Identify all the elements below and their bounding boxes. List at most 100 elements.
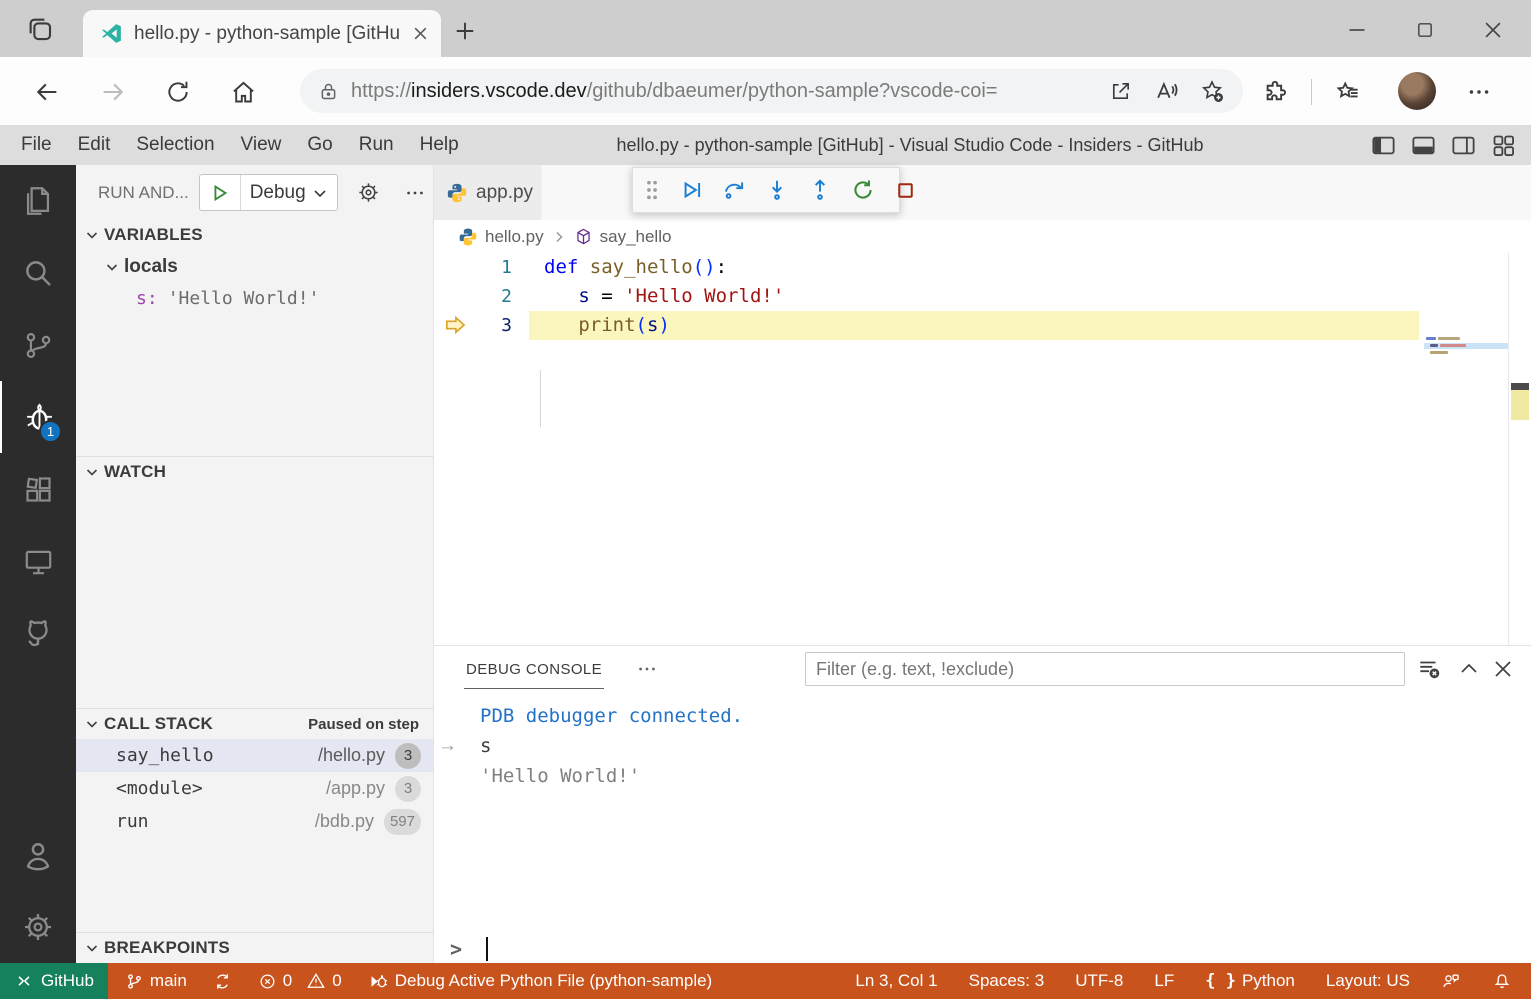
variables-header[interactable]: VARIABLES: [76, 220, 433, 250]
read-aloud-icon[interactable]: [1149, 74, 1183, 108]
avatar[interactable]: [1398, 72, 1436, 110]
code-line: 3 print(s): [434, 311, 1531, 340]
cursor-position[interactable]: Ln 3, Col 1: [852, 963, 940, 999]
debug-restart-button[interactable]: [850, 177, 876, 203]
workspaces-icon[interactable]: [20, 11, 60, 47]
url-text: https://insiders.vscode.dev/github/dbaeu…: [351, 79, 998, 102]
debug-status[interactable]: Debug Active Python File (python-sample): [365, 963, 716, 999]
console-filter-input[interactable]: [805, 652, 1405, 686]
stack-frame[interactable]: run/bdb.py 597: [76, 805, 433, 838]
line-badge: 3: [395, 775, 421, 802]
debug-alt-icon: [371, 974, 387, 987]
problems-indicator[interactable]: 0 0: [255, 963, 345, 999]
debug-stop-button[interactable]: [893, 177, 918, 203]
panel-more-actions-icon[interactable]: [636, 658, 658, 680]
debug-step-over-button[interactable]: [721, 177, 747, 203]
maximize-panel-icon[interactable]: [1454, 654, 1484, 684]
menu-edit[interactable]: Edit: [65, 125, 124, 165]
breakpoints-section: BREAKPOINTS: [76, 932, 433, 963]
menu-selection[interactable]: Selection: [123, 125, 227, 165]
debug-step-into-button[interactable]: [764, 177, 790, 203]
reload-button[interactable]: [163, 77, 193, 107]
url-bar[interactable]: https://insiders.vscode.dev/github/dbaeu…: [300, 69, 1243, 113]
sync-changes-button[interactable]: [210, 963, 235, 999]
keyboard-layout[interactable]: Layout: US: [1323, 963, 1413, 999]
console-line-input: → s: [438, 731, 1531, 761]
add-favorite-icon[interactable]: [1195, 74, 1229, 108]
menu-run[interactable]: Run: [346, 125, 407, 165]
customize-layout-icon[interactable]: [1487, 129, 1519, 161]
watch-section: WATCH: [76, 456, 433, 708]
activity-explorer[interactable]: [0, 165, 76, 237]
console-input-row[interactable]: >: [434, 934, 1531, 963]
activity-account[interactable]: [0, 819, 76, 891]
toggle-secondary-sidebar-icon[interactable]: [1447, 129, 1479, 161]
stack-frame[interactable]: <module>/app.py 3: [76, 772, 433, 805]
debug-continue-button[interactable]: [678, 177, 704, 203]
watch-header[interactable]: WATCH: [76, 457, 433, 487]
console-line-info: PDB debugger connected.: [480, 705, 744, 727]
toolbar-drag-grip[interactable]: [643, 177, 661, 203]
breadcrumb-symbol[interactable]: say_hello: [600, 227, 672, 247]
activity-search[interactable]: [0, 237, 76, 309]
close-panel-icon[interactable]: [1488, 654, 1518, 684]
browser-menu-icon[interactable]: [1462, 75, 1496, 109]
window-minimize-button[interactable]: [1334, 14, 1380, 46]
tab-debug-console[interactable]: DEBUG CONSOLE: [464, 649, 605, 689]
menu-file[interactable]: File: [8, 125, 65, 165]
toggle-panel-icon[interactable]: [1407, 129, 1439, 161]
variables-scope-locals[interactable]: locals: [76, 250, 433, 283]
browser-tab[interactable]: hello.py - python-sample [GitHu: [83, 10, 441, 57]
indentation[interactable]: Spaces: 3: [966, 963, 1048, 999]
activity-settings-gear[interactable]: [0, 891, 76, 963]
window-maximize-button[interactable]: [1402, 14, 1448, 46]
breakpoints-header[interactable]: BREAKPOINTS: [76, 933, 433, 963]
language-mode[interactable]: { } Python: [1202, 963, 1298, 999]
branch-indicator[interactable]: main: [122, 963, 190, 999]
feedback-button[interactable]: [1438, 963, 1464, 999]
menu-go[interactable]: Go: [294, 125, 345, 165]
breadcrumb-file[interactable]: hello.py: [485, 227, 544, 247]
variable-s[interactable]: s: 'Hello World!': [76, 283, 433, 313]
window-close-button[interactable]: [1470, 14, 1516, 46]
menu-bar: File Edit Selection View Go Run Help: [0, 125, 472, 165]
activity-source-control[interactable]: [0, 309, 76, 381]
activity-run-and-debug[interactable]: 1: [0, 381, 76, 453]
call-stack-section: CALL STACK Paused on step say_hello/hell…: [76, 708, 433, 932]
feedback-icon: [1443, 974, 1459, 988]
open-external-icon[interactable]: [1103, 74, 1137, 108]
toggle-sidebar-icon[interactable]: [1367, 129, 1399, 161]
activity-github[interactable]: [0, 597, 76, 669]
notifications-bell[interactable]: [1489, 963, 1515, 999]
favorites-bar-icon[interactable]: [1330, 75, 1364, 109]
lock-icon: [321, 83, 336, 99]
activity-remote-explorer[interactable]: [0, 525, 76, 597]
browser-extensions-icon[interactable]: [1258, 75, 1292, 109]
encoding[interactable]: UTF-8: [1072, 963, 1126, 999]
tab-close-icon[interactable]: [412, 25, 429, 42]
menu-view[interactable]: View: [228, 125, 295, 165]
tab-app-py[interactable]: app.py: [434, 165, 542, 220]
call-stack-header[interactable]: CALL STACK Paused on step: [76, 709, 433, 739]
menu-help[interactable]: Help: [407, 125, 472, 165]
filter-results-icon[interactable]: [1414, 654, 1444, 684]
home-button[interactable]: [228, 77, 258, 107]
chevron-down-icon: [86, 721, 98, 728]
new-tab-button[interactable]: [450, 16, 480, 46]
remote-indicator[interactable]: GitHub: [0, 963, 108, 999]
tab-label: app.py: [476, 181, 534, 203]
debug-launch-group: Debug: [198, 174, 338, 211]
forward-button[interactable]: [98, 77, 128, 107]
debug-config-dropdown[interactable]: Debug: [241, 175, 337, 210]
start-debug-button[interactable]: [200, 175, 240, 210]
views-more-actions-icon[interactable]: [400, 178, 430, 208]
eol-sequence[interactable]: LF: [1151, 963, 1177, 999]
console-prompt: >: [450, 936, 463, 961]
code-area[interactable]: 1 def say_hello(): 2 s = 'Hello World!' 3 p…: [434, 253, 1531, 733]
back-button[interactable]: [32, 77, 62, 107]
minimap[interactable]: [1424, 336, 1508, 358]
activity-extensions[interactable]: [0, 453, 76, 525]
stack-frame[interactable]: say_hello/hello.py 3: [76, 739, 433, 772]
debug-step-out-button[interactable]: [807, 177, 833, 203]
debug-settings-gear-icon[interactable]: [354, 178, 384, 208]
